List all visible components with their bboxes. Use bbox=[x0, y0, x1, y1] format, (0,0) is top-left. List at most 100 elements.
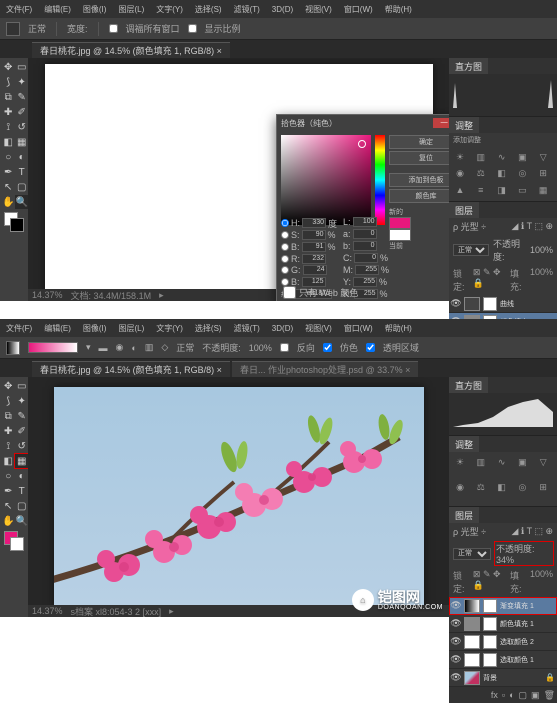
dialog-titlebar[interactable]: 拾色器（纯色） — ✕ bbox=[277, 115, 449, 131]
layer-name[interactable]: 曲线 bbox=[500, 299, 555, 309]
cancel-button[interactable]: 复位 bbox=[389, 151, 449, 165]
colbal-icon[interactable]: ⚖ bbox=[473, 167, 489, 181]
gradient-tool-icon[interactable]: ▦ bbox=[15, 454, 27, 468]
curves-icon[interactable]: ∿ bbox=[494, 150, 510, 164]
hand-tool-icon[interactable]: ✋ bbox=[2, 195, 14, 209]
close-button[interactable]: — ✕ bbox=[433, 118, 449, 128]
m-value[interactable]: 255 bbox=[355, 265, 379, 275]
menu-item[interactable]: 滤镜(T) bbox=[234, 323, 260, 334]
menu-item[interactable]: 选择(S) bbox=[195, 4, 222, 15]
h-value[interactable]: 330 bbox=[302, 218, 326, 228]
menu-item[interactable]: 滤镜(T) bbox=[234, 4, 260, 15]
dodge-tool-icon[interactable]: ◐ bbox=[15, 469, 27, 483]
blend-mode-select[interactable]: 正常 bbox=[453, 244, 489, 256]
levels-icon[interactable]: ▥ bbox=[473, 455, 489, 469]
layer-row[interactable]: 👁渐变填充 1 bbox=[449, 597, 557, 615]
r-value[interactable]: 232 bbox=[302, 254, 326, 264]
dodge-tool-icon[interactable]: ◐ bbox=[15, 150, 27, 164]
wand-tool-icon[interactable]: ✦ bbox=[15, 75, 27, 89]
layer-thumb[interactable] bbox=[464, 635, 480, 649]
brightness-icon[interactable]: ☀ bbox=[452, 455, 468, 469]
menu-item[interactable]: 文件(F) bbox=[6, 323, 32, 334]
adj-icon[interactable]: ◐ bbox=[509, 690, 514, 700]
background-color[interactable] bbox=[10, 218, 24, 232]
layer-name[interactable]: 颜色填充 1 bbox=[500, 619, 555, 629]
history-brush-icon[interactable]: ↺ bbox=[15, 120, 27, 134]
b-radio[interactable] bbox=[281, 243, 289, 251]
layers-tab[interactable]: 图层 bbox=[449, 202, 479, 218]
b-value[interactable]: 91 bbox=[302, 242, 326, 252]
move-tool-icon[interactable]: ✥ bbox=[2, 60, 14, 74]
invert-icon[interactable]: ▲ bbox=[452, 183, 468, 197]
a-value[interactable]: 0 bbox=[353, 229, 377, 239]
mask-icon[interactable]: ▫ bbox=[502, 690, 505, 700]
background-color[interactable] bbox=[10, 537, 24, 551]
g-radio[interactable] bbox=[281, 266, 289, 274]
web-only-checkbox[interactable]: 只有 Web 颜色 bbox=[283, 286, 358, 299]
canvas-area[interactable]: 14.37% 文档: 34.4M/158.1M ▸ 拾色器（纯色） — ✕ 确定 bbox=[28, 58, 449, 301]
text-tool-icon[interactable]: T bbox=[15, 484, 27, 498]
add-swatch-button[interactable]: 添加到色板 bbox=[389, 173, 449, 187]
marquee-tool-icon[interactable]: ▭ bbox=[15, 379, 27, 393]
layer-mask[interactable] bbox=[483, 617, 497, 631]
hand-tool-icon[interactable]: ✋ bbox=[2, 514, 14, 528]
menu-item[interactable]: 窗口(W) bbox=[344, 4, 373, 15]
zoom-level[interactable]: 14.37% bbox=[32, 606, 63, 616]
new-layer-icon[interactable]: ▣ bbox=[531, 690, 540, 701]
menu-item[interactable]: 窗口(W) bbox=[344, 323, 373, 334]
photo-filter-icon[interactable]: ◎ bbox=[514, 480, 530, 494]
l-value[interactable]: 100 bbox=[353, 217, 377, 227]
bw-icon[interactable]: ◧ bbox=[494, 480, 510, 494]
color-swatches[interactable] bbox=[2, 210, 28, 236]
layer-row[interactable]: 👁背景🔒 bbox=[449, 669, 557, 687]
doc-tab[interactable]: 春日桃花.jpg @ 14.5% (颜色填充 1, RGB/8) × bbox=[32, 361, 230, 377]
crop-tool-icon[interactable]: ⧉ bbox=[2, 409, 14, 423]
tool-preset-icon[interactable] bbox=[6, 341, 20, 355]
selcol-icon[interactable]: ▦ bbox=[535, 183, 551, 197]
menu-item[interactable]: 3D(D) bbox=[272, 5, 293, 14]
stamp-tool-icon[interactable]: ⟟ bbox=[2, 439, 14, 453]
h-radio[interactable] bbox=[281, 219, 289, 227]
marquee-tool-icon[interactable]: ▭ bbox=[15, 60, 27, 74]
blur-tool-icon[interactable]: ○ bbox=[2, 469, 14, 483]
adjust-tab[interactable]: 调整 bbox=[449, 117, 479, 133]
photo-filter-icon[interactable]: ◎ bbox=[514, 167, 530, 181]
layer-row[interactable]: 👁选取颜色 1 bbox=[449, 651, 557, 669]
layer-thumb[interactable] bbox=[464, 671, 480, 685]
layer-name[interactable]: 背景 bbox=[483, 673, 542, 683]
visibility-icon[interactable]: 👁 bbox=[451, 619, 461, 629]
visibility-icon[interactable]: 👁 bbox=[451, 673, 461, 683]
move-tool-icon[interactable]: ✥ bbox=[2, 379, 14, 393]
fx-icon[interactable]: fx bbox=[491, 690, 498, 700]
layer-row[interactable]: 👁选取颜色 2 bbox=[449, 633, 557, 651]
blend-mode-select[interactable]: 正常 bbox=[453, 548, 491, 560]
menu-item[interactable]: 编辑(E) bbox=[44, 323, 71, 334]
layer-name[interactable]: 渐变填充 1 bbox=[500, 601, 555, 611]
diamond-grad-icon[interactable]: ◇ bbox=[161, 342, 168, 353]
doc-tab[interactable]: 春日桃花.jpg @ 14.5% (颜色填充 1, RGB/8) × bbox=[32, 42, 230, 58]
menu-item[interactable]: 图像(I) bbox=[83, 323, 107, 334]
reverse-checkbox[interactable] bbox=[280, 343, 289, 352]
heal-tool-icon[interactable]: ✚ bbox=[2, 105, 14, 119]
opacity-highlight[interactable]: 不透明度: 34% bbox=[495, 542, 553, 565]
menu-item[interactable]: 帮助(H) bbox=[385, 323, 412, 334]
vibrance-icon[interactable]: ▽ bbox=[535, 455, 551, 469]
c-value[interactable]: 0 bbox=[354, 253, 378, 263]
layer-thumb[interactable] bbox=[464, 617, 480, 631]
opt-checkbox[interactable] bbox=[188, 24, 197, 33]
layer-row[interactable]: 👁 颜色填充 1 bbox=[449, 615, 557, 633]
menu-item[interactable]: 图像(I) bbox=[83, 4, 107, 15]
zoom-level[interactable]: 14.37% bbox=[32, 290, 63, 300]
hue-icon[interactable]: ◉ bbox=[452, 167, 468, 181]
angle-grad-icon[interactable]: ◐ bbox=[131, 343, 136, 353]
eraser-tool-icon[interactable]: ◧ bbox=[2, 135, 14, 149]
visibility-icon[interactable]: 👁 bbox=[451, 637, 461, 647]
menu-item[interactable]: 图层(L) bbox=[118, 4, 144, 15]
menu-item[interactable]: 编辑(E) bbox=[44, 4, 71, 15]
vibrance-icon[interactable]: ▽ bbox=[535, 150, 551, 164]
histogram-tab[interactable]: 直方图 bbox=[449, 58, 488, 74]
layer-mask[interactable] bbox=[483, 635, 497, 649]
brush-tool-icon[interactable]: ✐ bbox=[15, 424, 27, 438]
pen-tool-icon[interactable]: ✒ bbox=[2, 165, 14, 179]
b2-radio[interactable] bbox=[281, 278, 289, 286]
